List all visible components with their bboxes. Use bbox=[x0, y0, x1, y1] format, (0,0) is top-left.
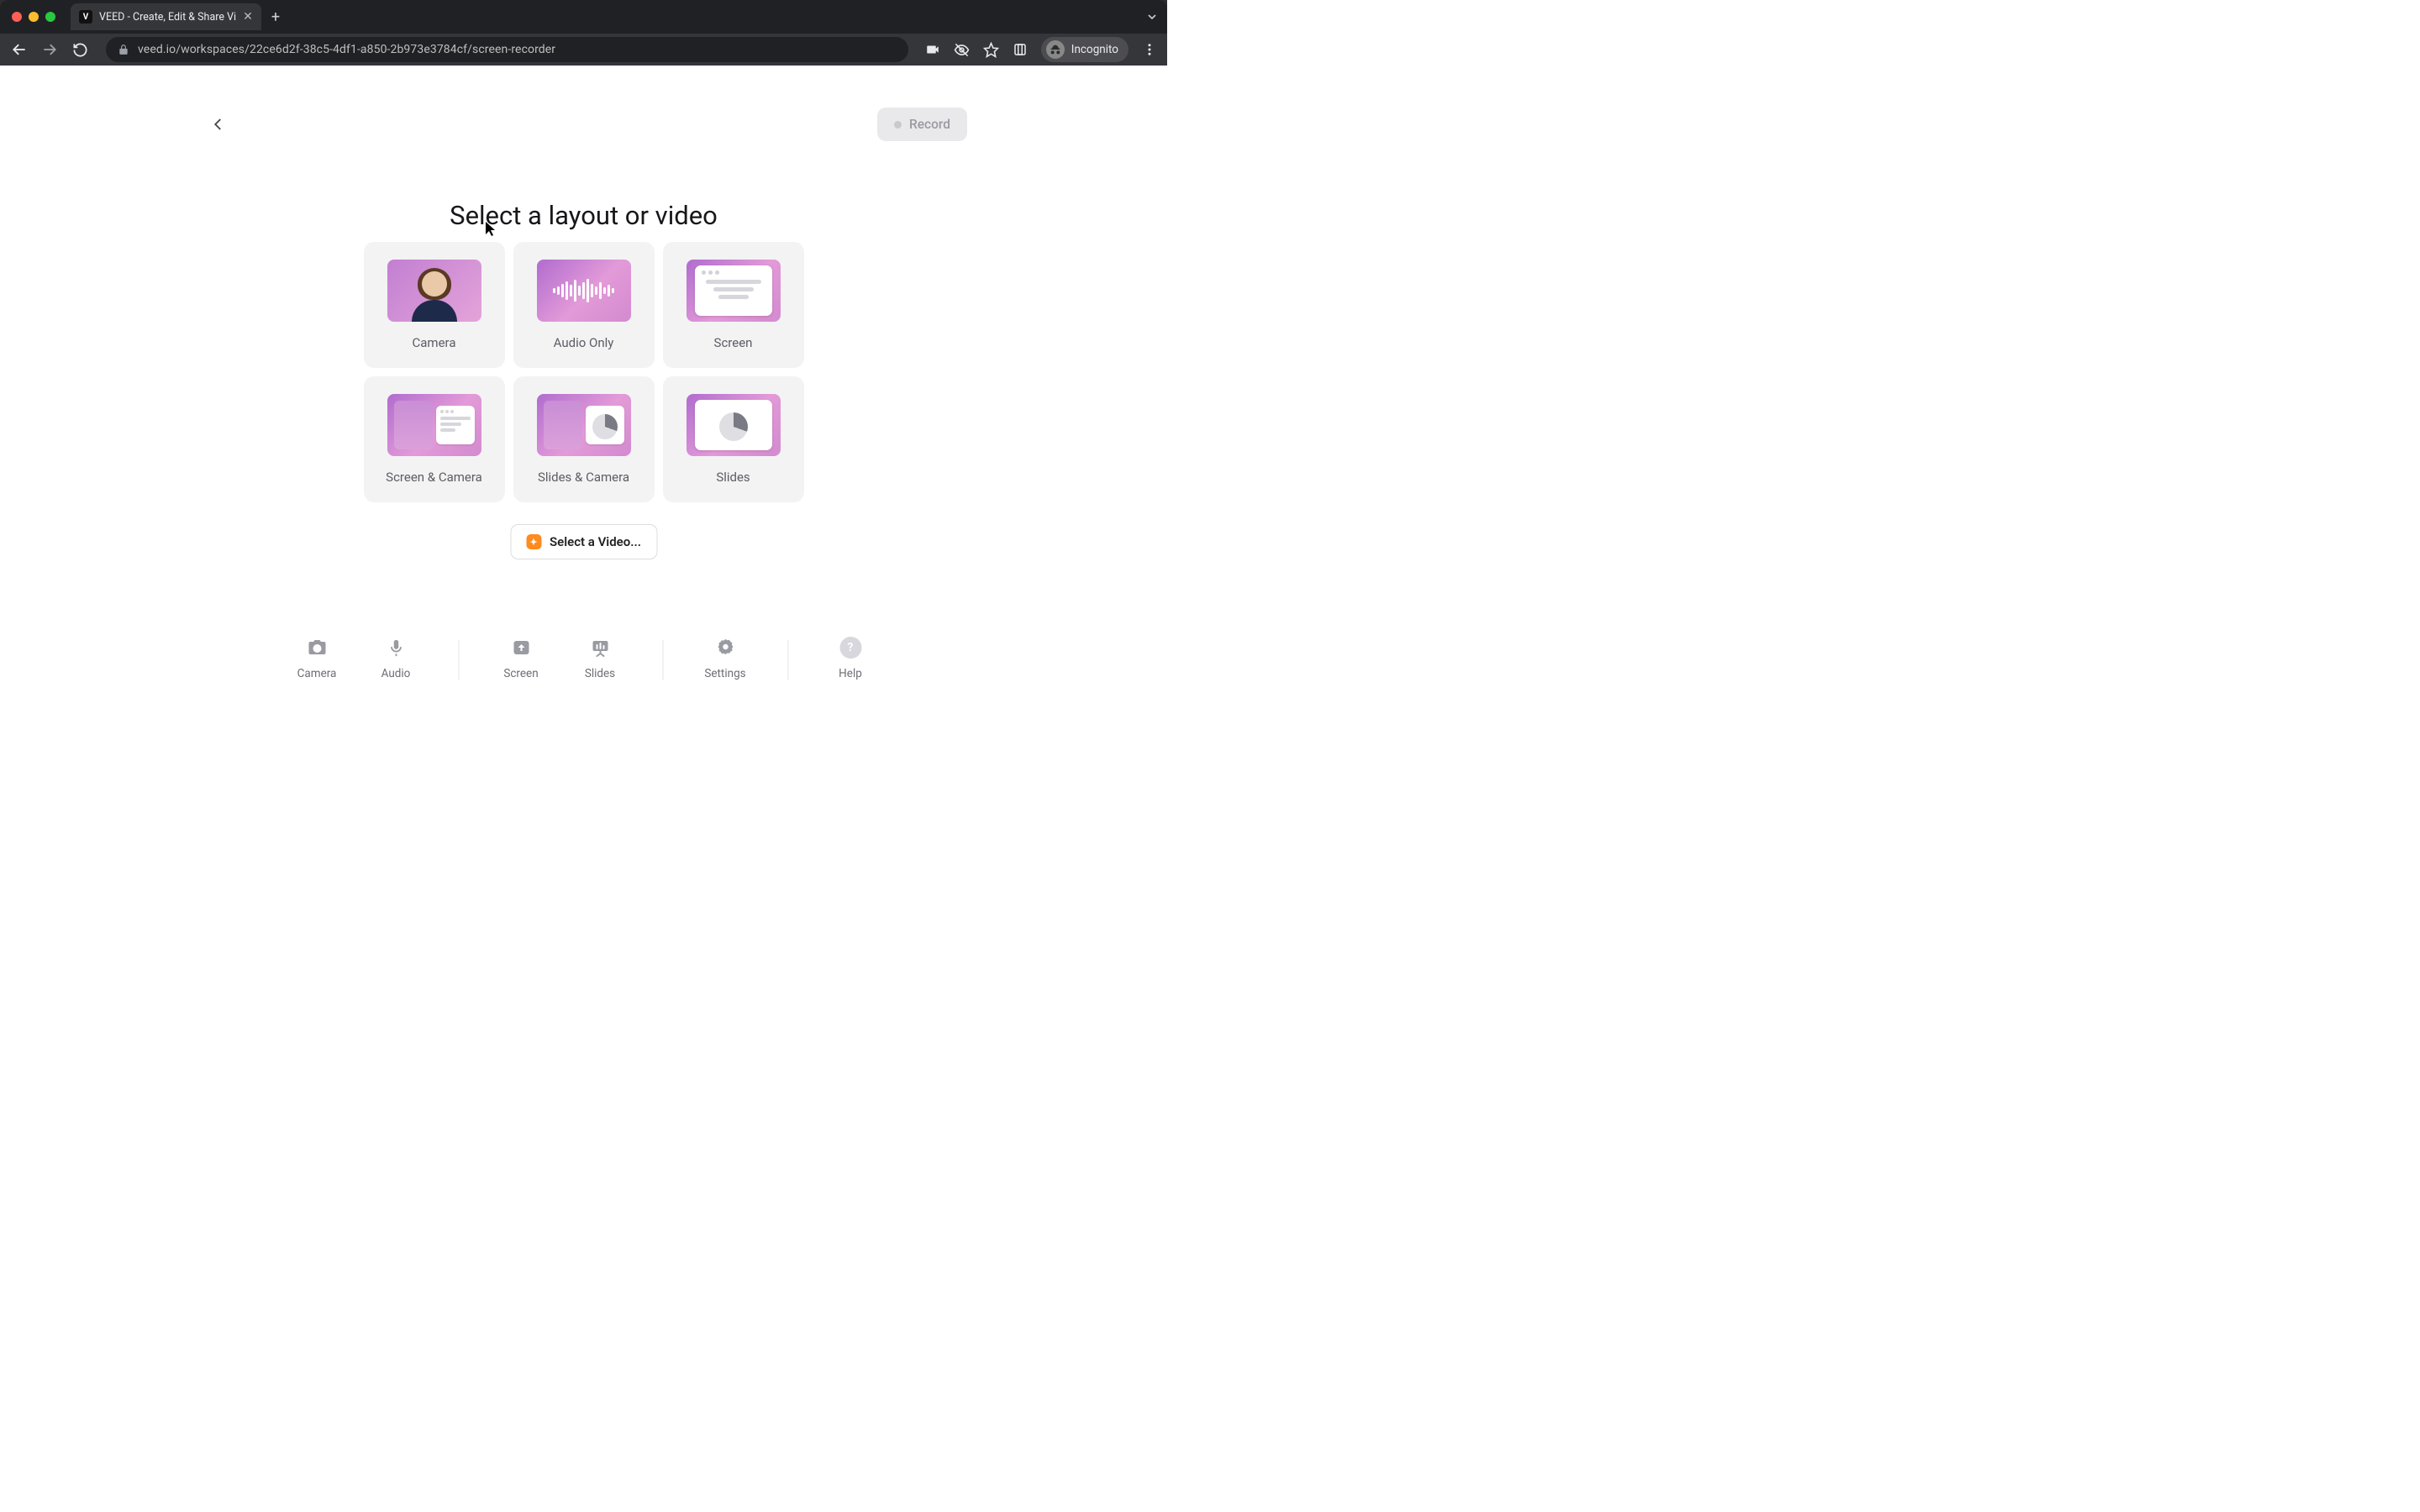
tabs-menu-icon[interactable] bbox=[1145, 10, 1159, 24]
record-button[interactable]: Record bbox=[877, 108, 967, 141]
separator bbox=[787, 640, 788, 680]
address-bar: veed.io/workspaces/22ce6d2f-38c5-4df1-a8… bbox=[0, 34, 1167, 66]
thumb-screen-camera-icon bbox=[387, 394, 481, 456]
browser-chrome: V VEED - Create, Edit & Share Vi ✕ + vee… bbox=[0, 0, 1167, 66]
card-label: Screen & Camera bbox=[386, 470, 482, 485]
bottom-settings[interactable]: Settings bbox=[703, 637, 747, 680]
page-content: Record Select a layout or video Camera A… bbox=[0, 66, 1167, 729]
thumb-slides-icon bbox=[687, 394, 781, 456]
maximize-window-icon[interactable] bbox=[45, 12, 55, 22]
back-button[interactable] bbox=[207, 113, 230, 136]
tab-favicon-icon: V bbox=[79, 10, 92, 24]
bottom-slides[interactable]: Slides bbox=[578, 637, 622, 680]
record-label: Record bbox=[909, 117, 950, 132]
toolbar-right: Incognito bbox=[925, 37, 1157, 62]
star-icon[interactable] bbox=[983, 42, 999, 58]
tab-strip: V VEED - Create, Edit & Share Vi ✕ + bbox=[0, 0, 1167, 34]
layout-card-screen-camera[interactable]: Screen & Camera bbox=[364, 376, 505, 502]
screen-upload-icon bbox=[510, 637, 532, 659]
layout-grid: Camera Audio Only Screen bbox=[364, 242, 804, 502]
gear-icon bbox=[714, 637, 736, 659]
close-tab-icon[interactable]: ✕ bbox=[243, 10, 253, 24]
thumb-camera-icon bbox=[387, 260, 481, 322]
bottom-audio[interactable]: Audio bbox=[374, 637, 418, 680]
card-label: Screen bbox=[714, 335, 753, 350]
layout-card-screen[interactable]: Screen bbox=[663, 242, 804, 368]
incognito-indicator[interactable]: Incognito bbox=[1041, 37, 1128, 62]
thumb-audio-icon bbox=[537, 260, 631, 322]
camera-icon bbox=[306, 637, 328, 659]
url-field[interactable]: veed.io/workspaces/22ce6d2f-38c5-4df1-a8… bbox=[106, 37, 908, 62]
layout-card-camera[interactable]: Camera bbox=[364, 242, 505, 368]
microphone-icon bbox=[385, 637, 407, 659]
bottom-label: Slides bbox=[585, 667, 615, 680]
thumb-slides-camera-icon bbox=[537, 394, 631, 456]
nav-forward-icon[interactable] bbox=[40, 40, 59, 59]
bottom-label: Help bbox=[839, 667, 862, 680]
bottom-label: Settings bbox=[704, 667, 745, 680]
help-icon: ? bbox=[839, 637, 861, 659]
card-label: Slides bbox=[716, 470, 750, 485]
layout-card-audio-only[interactable]: Audio Only bbox=[513, 242, 655, 368]
eye-off-icon[interactable] bbox=[954, 42, 970, 58]
layout-card-slides[interactable]: Slides bbox=[663, 376, 804, 502]
page-title: Select a layout or video bbox=[0, 200, 1167, 231]
layout-card-slides-camera[interactable]: Slides & Camera bbox=[513, 376, 655, 502]
lock-icon bbox=[118, 44, 129, 55]
tab-title: VEED - Create, Edit & Share Vi bbox=[99, 11, 236, 24]
bottom-label: Screen bbox=[503, 667, 538, 680]
camera-indicator-icon[interactable] bbox=[925, 42, 940, 57]
bottom-screen[interactable]: Screen bbox=[499, 637, 543, 680]
incognito-label: Incognito bbox=[1071, 43, 1118, 56]
url-text: veed.io/workspaces/22ce6d2f-38c5-4df1-a8… bbox=[138, 43, 555, 56]
browser-tab[interactable]: V VEED - Create, Edit & Share Vi ✕ bbox=[71, 3, 261, 30]
select-video-button[interactable]: ✦ Select a Video... bbox=[510, 524, 657, 559]
new-tab-button[interactable]: + bbox=[271, 8, 280, 26]
reload-icon[interactable] bbox=[71, 40, 89, 59]
page-header: Record bbox=[0, 108, 1167, 141]
window-controls[interactable] bbox=[12, 12, 55, 22]
sparkle-icon: ✦ bbox=[526, 534, 541, 549]
select-video-label: Select a Video... bbox=[550, 534, 641, 549]
separator bbox=[458, 640, 459, 680]
kebab-menu-icon[interactable] bbox=[1142, 42, 1157, 57]
separator bbox=[662, 640, 663, 680]
presentation-icon bbox=[589, 637, 611, 659]
card-label: Camera bbox=[413, 335, 456, 350]
incognito-icon bbox=[1046, 40, 1065, 59]
bottom-label: Camera bbox=[297, 667, 337, 680]
close-window-icon[interactable] bbox=[12, 12, 22, 22]
bottom-camera[interactable]: Camera bbox=[295, 637, 339, 680]
bottom-toolbar: Camera Audio Screen Slides Setting bbox=[295, 637, 872, 680]
nav-back-icon[interactable] bbox=[10, 40, 29, 59]
card-label: Audio Only bbox=[554, 335, 614, 350]
mouse-cursor-icon bbox=[486, 222, 497, 237]
record-dot-icon bbox=[894, 121, 902, 129]
card-label: Slides & Camera bbox=[538, 470, 629, 485]
bottom-label: Audio bbox=[381, 667, 411, 680]
thumb-screen-icon bbox=[687, 260, 781, 322]
bottom-help[interactable]: ? Help bbox=[829, 637, 872, 680]
minimize-window-icon[interactable] bbox=[29, 12, 39, 22]
extensions-icon[interactable] bbox=[1013, 42, 1028, 57]
